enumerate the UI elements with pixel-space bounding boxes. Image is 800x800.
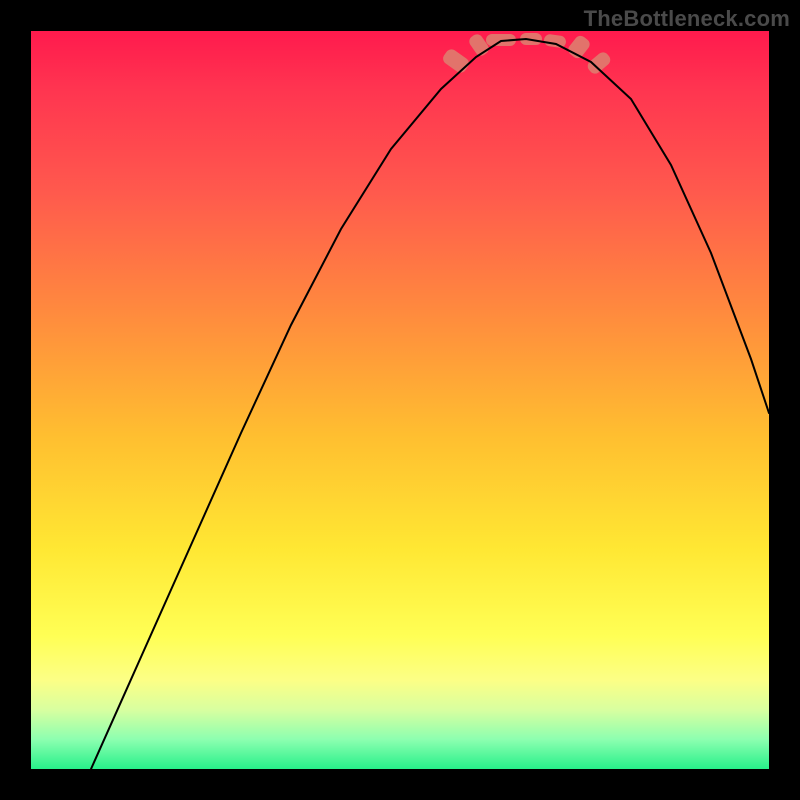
bottleneck-curve [91, 39, 769, 769]
watermark-text: TheBottleneck.com [584, 6, 790, 32]
plot-area [31, 31, 769, 769]
curve-layer [31, 31, 769, 769]
chart-stage: TheBottleneck.com [0, 0, 800, 800]
